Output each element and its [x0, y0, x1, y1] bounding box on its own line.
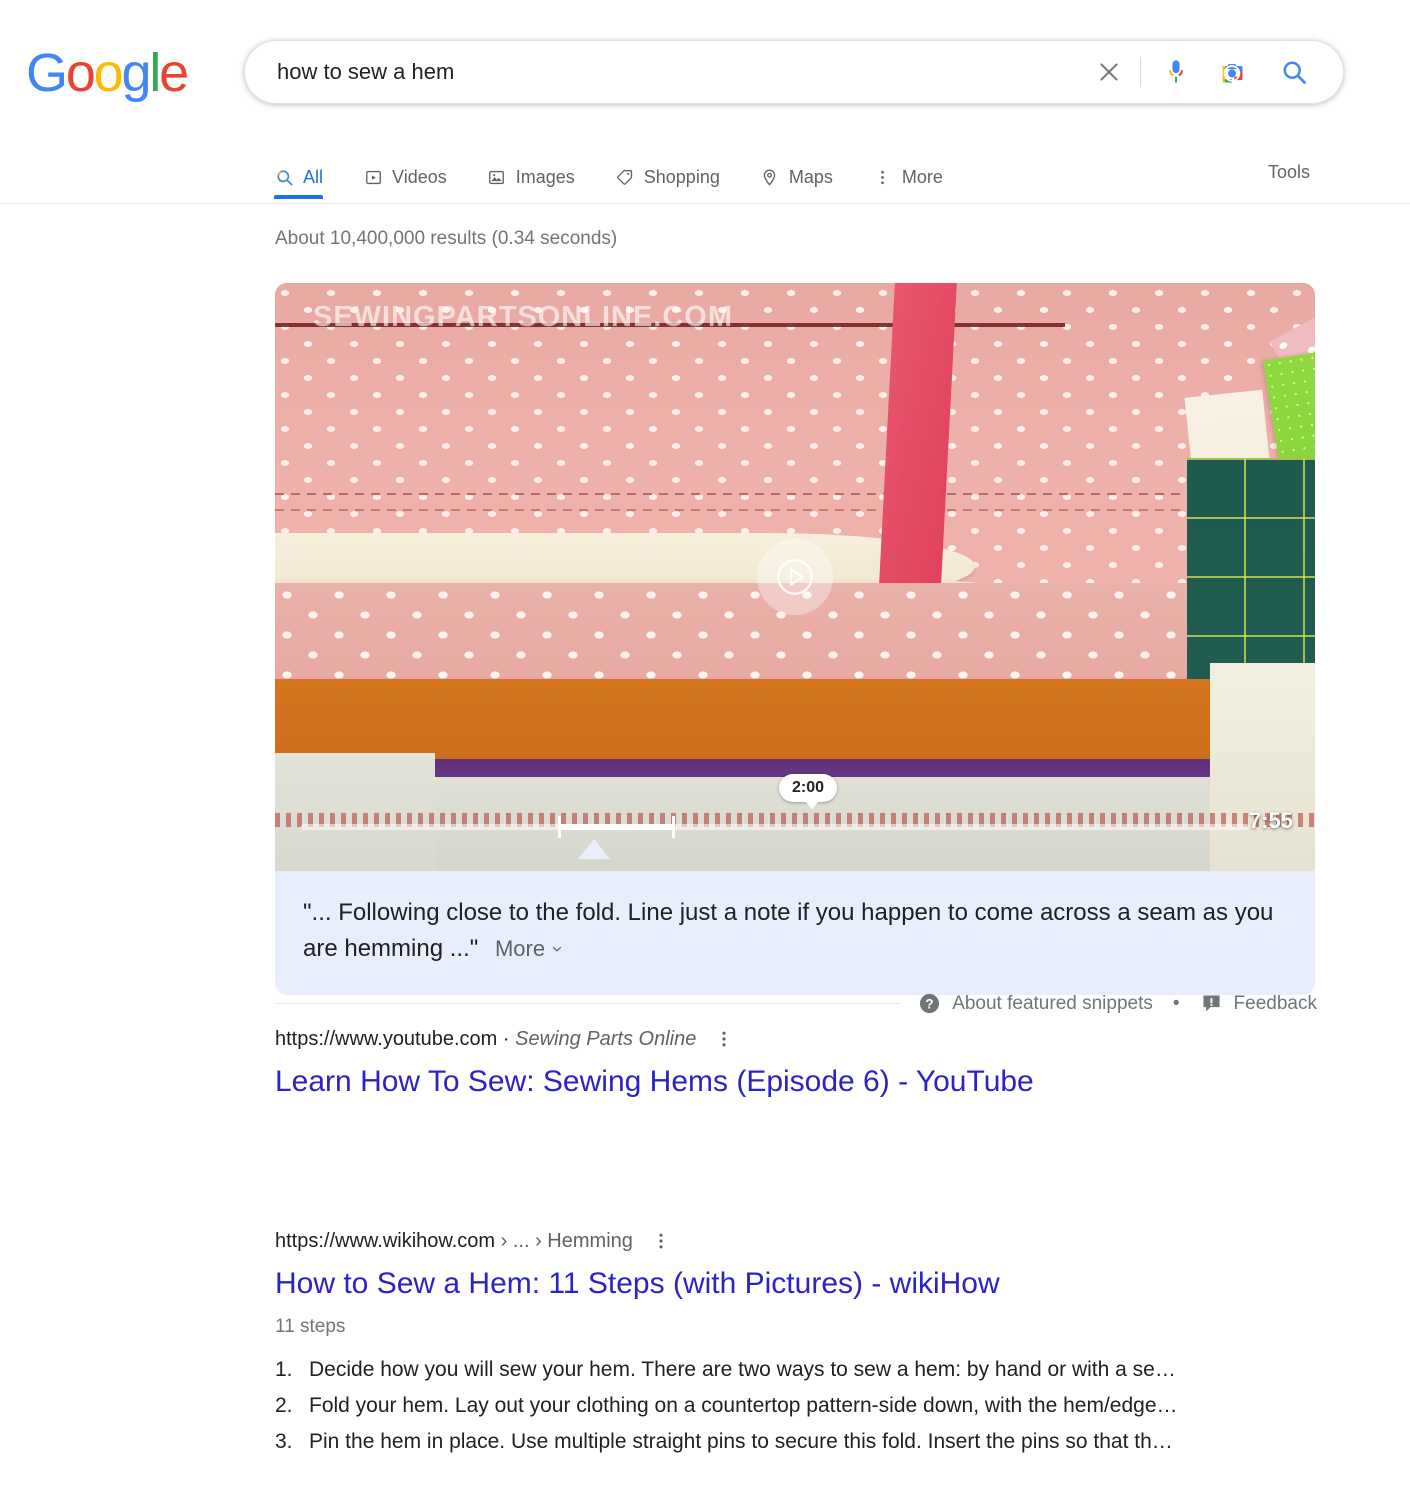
feedback-link[interactable]: Feedback: [1200, 992, 1317, 1015]
snippet-caret: [578, 839, 610, 859]
snippet-quote-wrapper: "... Following close to the fold. Line j…: [303, 895, 1287, 967]
svg-text:?: ?: [926, 996, 934, 1011]
result-site-name: Sewing Parts Online: [515, 1028, 696, 1050]
logo-letter-l: l: [149, 43, 159, 103]
result-item-youtube: https://www.youtube.com · Sewing Parts O…: [275, 1025, 1335, 1101]
result-domain: https://www.youtube.com: [275, 1028, 497, 1050]
about-featured-snippets-link[interactable]: ? About featured snippets: [918, 992, 1153, 1015]
video-icon: [363, 167, 383, 187]
result-item-wikihow: https://www.wikihow.com › ... › Hemming …: [275, 1227, 1335, 1460]
search-box: [244, 40, 1344, 104]
result-title-link[interactable]: Learn How To Sew: Sewing Hems (Episode 6…: [275, 1063, 1335, 1101]
result-breadcrumb: › ... › Hemming: [501, 1230, 633, 1252]
microphone-icon[interactable]: [1153, 49, 1199, 95]
tab-label: Shopping: [644, 167, 720, 188]
step-number: 1.: [275, 1352, 309, 1388]
google-logo[interactable]: Google: [26, 46, 187, 100]
result-stats: About 10,400,000 results (0.34 seconds): [275, 228, 617, 250]
kebab-icon: [873, 167, 893, 187]
result-url-row: https://www.youtube.com · Sewing Parts O…: [275, 1025, 1335, 1053]
tab-label: Videos: [392, 167, 447, 188]
url-separator: ·: [503, 1028, 510, 1050]
tag-icon: [615, 167, 635, 187]
result-steps-count: 11 steps: [275, 1316, 1335, 1338]
chevron-down-icon: [550, 942, 564, 956]
current-time-badge: 2:00: [779, 774, 837, 802]
tab-shopping[interactable]: Shopping: [615, 142, 738, 198]
logo-letter-o1: o: [66, 43, 94, 103]
logo-letter-g1: G: [26, 43, 66, 103]
video-duration: 7:55: [1249, 808, 1293, 834]
logo-letter-g2: g: [122, 43, 150, 103]
search-divider: [1140, 57, 1141, 87]
snippet-more-label: More: [495, 931, 545, 967]
list-item: 2. Fold your hem. Lay out your clothing …: [275, 1388, 1335, 1424]
video-watermark: SEWINGPARTSONLINE.COM: [313, 301, 733, 334]
search-box-actions: [1086, 49, 1343, 95]
tools-button[interactable]: Tools: [1260, 156, 1318, 189]
progress-handle-start[interactable]: [558, 816, 561, 838]
video-thumbnail[interactable]: SEWINGPARTSONLINE.COM: [275, 283, 1315, 871]
step-text: Fold your hem. Lay out your clothing on …: [309, 1388, 1178, 1424]
tab-active-underline: [274, 195, 323, 199]
result-url: https://www.youtube.com · Sewing Parts O…: [275, 1028, 696, 1051]
tab-all[interactable]: All: [274, 142, 341, 198]
snippet-quote: "... Following close to the fold. Line j…: [303, 899, 1273, 962]
search-submit-icon[interactable]: [1271, 49, 1317, 95]
footer-divider: [275, 1003, 900, 1004]
video-progress-bar[interactable]: [301, 824, 1249, 830]
step-text: Decide how you will sew your hem. There …: [309, 1352, 1176, 1388]
tab-videos[interactable]: Videos: [363, 142, 465, 198]
search-icon: [274, 167, 294, 187]
play-icon[interactable]: [757, 539, 833, 615]
tab-label: More: [902, 167, 943, 188]
result-kebab-icon[interactable]: [710, 1025, 738, 1053]
step-number: 3.: [275, 1424, 309, 1460]
google-lens-icon[interactable]: [1209, 49, 1255, 95]
tab-more[interactable]: More: [873, 142, 961, 198]
page-header: Google: [0, 0, 1410, 205]
result-kebab-icon[interactable]: [647, 1227, 675, 1255]
result-title-link[interactable]: How to Sew a Hem: 11 Steps (with Picture…: [275, 1265, 1335, 1303]
tab-maps[interactable]: Maps: [760, 142, 851, 198]
tab-label: All: [303, 167, 323, 188]
step-number: 2.: [275, 1388, 309, 1424]
list-item: 3. Pin the hem in place. Use multiple st…: [275, 1424, 1335, 1460]
progress-handle-end[interactable]: [672, 816, 675, 838]
search-input[interactable]: [245, 52, 1086, 92]
image-icon: [487, 167, 507, 187]
step-text: Pin the hem in place. Use multiple strai…: [309, 1424, 1173, 1460]
help-icon: ?: [918, 992, 941, 1015]
fabric-stitch-bottom: [275, 509, 1315, 511]
result-url-row: https://www.wikihow.com › ... › Hemming: [275, 1227, 1335, 1255]
featured-snippet: SEWINGPARTSONLINE.COM: [275, 283, 1315, 995]
featured-snippet-footer: ? About featured snippets • Feedback: [275, 992, 1317, 1015]
logo-letter-o2: o: [94, 43, 122, 103]
feedback-label: Feedback: [1234, 993, 1317, 1015]
video-controls: 2:00 7:55: [275, 761, 1315, 871]
pin-icon: [760, 167, 780, 187]
snippet-panel: "... Following close to the fold. Line j…: [275, 871, 1315, 995]
result-url: https://www.wikihow.com › ... › Hemming: [275, 1230, 633, 1253]
tab-label: Maps: [789, 167, 833, 188]
about-featured-snippets-label: About featured snippets: [952, 993, 1153, 1015]
fabric-stitch-top: [275, 493, 1315, 495]
clear-icon[interactable]: [1086, 49, 1132, 95]
nav-tabs: All Videos: [274, 142, 983, 204]
video-progress-segment: [559, 824, 674, 830]
tab-images[interactable]: Images: [487, 142, 593, 198]
tab-label: Images: [516, 167, 575, 188]
result-steps-list: 1. Decide how you will sew your hem. The…: [275, 1352, 1335, 1460]
list-item: 1. Decide how you will sew your hem. The…: [275, 1352, 1335, 1388]
result-domain: https://www.wikihow.com: [275, 1230, 495, 1252]
footer-separator-dot: •: [1173, 993, 1180, 1015]
feedback-icon: [1200, 992, 1223, 1015]
snippet-more-button[interactable]: More: [495, 931, 564, 967]
logo-letter-e: e: [159, 43, 187, 103]
search-nav: All Videos: [0, 142, 1410, 204]
